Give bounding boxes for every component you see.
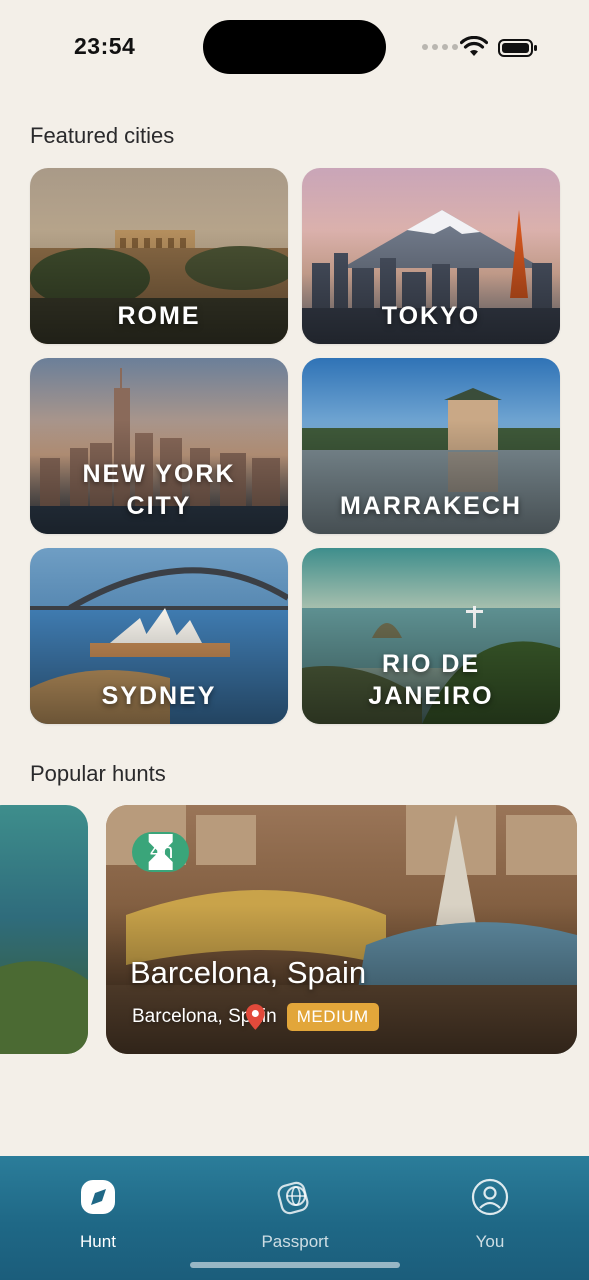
city-card-sydney[interactable]: SYDNEY: [30, 548, 288, 724]
tab-passport[interactable]: Passport: [235, 1178, 355, 1252]
tab-label: Hunt: [80, 1232, 116, 1251]
signal-icon: [422, 44, 458, 50]
city-name: TOKYO: [381, 302, 481, 330]
city-name: NEW YORK CITY: [82, 460, 236, 520]
home-indicator: [190, 1262, 400, 1268]
compass-icon: [81, 1180, 115, 1214]
hunt-card-barcelona[interactable]: 4h Barcelona, Spain Barcelona, Spain MED…: [106, 805, 577, 1054]
location-pin-icon: [246, 1004, 265, 1030]
tab-label: Passport: [261, 1232, 329, 1251]
city-card-tokyo[interactable]: TOKYO: [302, 168, 560, 344]
hunt-card-previous[interactable]: [0, 805, 88, 1054]
city-card-rome[interactable]: ROME: [30, 168, 288, 344]
city-card-new-york[interactable]: NEW YORK CITY: [30, 358, 288, 534]
hunt-image: [0, 805, 88, 1054]
hourglass-icon: [148, 834, 173, 870]
tab-label: You: [475, 1232, 505, 1251]
city-name: SYDNEY: [101, 682, 217, 710]
battery-icon: [498, 39, 537, 57]
tab-hunt[interactable]: Hunt: [38, 1178, 158, 1252]
status-time: 23:54: [74, 33, 136, 59]
city-card-rio[interactable]: RIO DE JANEIRO: [302, 548, 560, 724]
status-bar: 23:54: [0, 0, 589, 90]
user-icon: [471, 1178, 509, 1216]
hunt-title: Barcelona, Spain: [130, 955, 367, 990]
tab-you[interactable]: You: [430, 1178, 550, 1252]
hunt-meta: Barcelona, Spain MEDIUM: [132, 1003, 379, 1031]
wifi-icon: [460, 36, 488, 56]
featured-cities-heading: Featured cities: [30, 123, 175, 148]
dynamic-island: [203, 20, 386, 74]
popular-hunts-heading: Popular hunts: [30, 761, 166, 786]
city-card-marrakech[interactable]: MARRAKECH: [302, 358, 560, 534]
duration-badge: 4h: [132, 832, 190, 872]
city-name: MARRAKECH: [340, 492, 522, 520]
city-name: RIO DE JANEIRO: [368, 650, 494, 710]
city-name: ROME: [117, 302, 201, 330]
passport-globe-icon: [277, 1181, 309, 1215]
